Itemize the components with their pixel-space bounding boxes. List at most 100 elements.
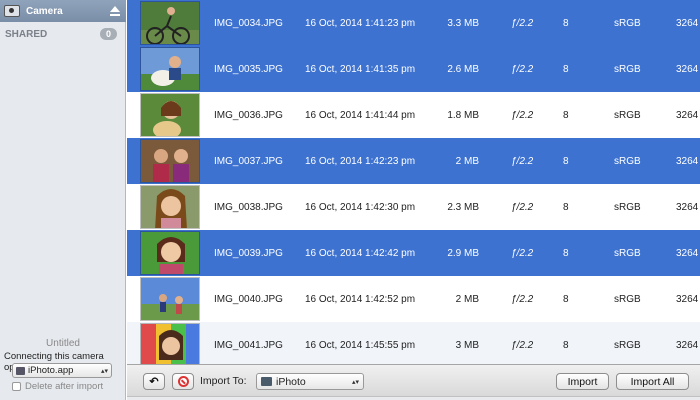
- import-button[interactable]: Import: [556, 373, 609, 390]
- photo-size: 2 MB: [455, 155, 479, 167]
- photo-width: 3264: [676, 63, 699, 75]
- photo-aperture: ƒ/2.2: [511, 201, 534, 213]
- photo-name: IMG_0037.JPG: [214, 155, 283, 167]
- photo-width: 3264: [676, 109, 699, 121]
- photo-name: IMG_0038.JPG: [214, 201, 283, 213]
- photo-aperture: ƒ/2.2: [511, 155, 534, 167]
- delete-button[interactable]: [172, 373, 194, 390]
- photo-flash: 8: [563, 201, 569, 213]
- photo-aperture: ƒ/2.2: [511, 17, 534, 29]
- eject-icon[interactable]: [110, 6, 120, 16]
- photo-flash: 8: [563, 155, 569, 167]
- photo-name: IMG_0035.JPG: [214, 63, 283, 75]
- open-app-value: iPhoto.app: [28, 365, 74, 376]
- photo-color-space: sRGB: [614, 63, 641, 75]
- delete-after-import-checkbox[interactable]: [12, 382, 21, 391]
- delete-after-import-label: Delete after import: [25, 381, 104, 392]
- photo-flash: 8: [563, 293, 569, 305]
- import-destination-value: iPhoto: [276, 375, 306, 388]
- import-all-button[interactable]: Import All: [616, 373, 689, 390]
- photo-row[interactable]: IMG_0036.JPG 16 Oct, 2014 1:41:44 pm 1.8…: [127, 92, 700, 138]
- sidebar: Camera SHARED 0 Untitled Connecting this…: [0, 0, 126, 400]
- photo-size: 2.6 MB: [447, 63, 479, 75]
- photo-thumbnail[interactable]: [140, 277, 200, 321]
- photo-aperture: ƒ/2.2: [511, 247, 534, 259]
- photo-color-space: sRGB: [614, 109, 641, 121]
- photo-row[interactable]: IMG_0037.JPG 16 Oct, 2014 1:42:23 pm 2 M…: [127, 138, 700, 184]
- photo-thumbnail[interactable]: [140, 139, 200, 183]
- photo-name: IMG_0040.JPG: [214, 293, 283, 305]
- photo-date: 16 Oct, 2014 1:42:42 pm: [305, 247, 416, 259]
- photo-flash: 8: [563, 339, 569, 351]
- photo-row[interactable]: IMG_0040.JPG 16 Oct, 2014 1:42:52 pm 2 M…: [127, 276, 700, 322]
- photo-color-space: sRGB: [614, 339, 641, 351]
- photo-color-space: sRGB: [614, 293, 641, 305]
- photo-row[interactable]: IMG_0038.JPG 16 Oct, 2014 1:42:30 pm 2.3…: [127, 184, 700, 230]
- status-strip: [127, 396, 700, 400]
- iphoto-icon: [261, 377, 272, 386]
- photo-date: 16 Oct, 2014 1:41:35 pm: [305, 63, 416, 75]
- photo-thumbnail[interactable]: [140, 93, 200, 137]
- photo-row[interactable]: IMG_0039.JPG 16 Oct, 2014 1:42:42 pm 2.9…: [127, 230, 700, 276]
- photo-color-space: sRGB: [614, 201, 641, 213]
- photo-list: IMG_0034.JPG 16 Oct, 2014 1:41:23 pm 3.3…: [127, 0, 700, 364]
- photo-width: 3264: [676, 293, 699, 305]
- photo-size: 2.9 MB: [447, 247, 479, 259]
- photo-thumbnail[interactable]: [140, 47, 200, 91]
- select-arrows-icon: ▴▾: [351, 378, 359, 386]
- photo-flash: 8: [563, 247, 569, 259]
- photo-aperture: ƒ/2.2: [511, 109, 534, 121]
- photo-date: 16 Oct, 2014 1:41:44 pm: [305, 109, 416, 121]
- photo-size: 3 MB: [455, 339, 479, 351]
- shared-label: SHARED: [5, 28, 48, 40]
- photo-thumbnail[interactable]: [140, 1, 200, 45]
- delete-after-import-row[interactable]: Delete after import: [12, 381, 103, 392]
- photo-thumbnail[interactable]: [140, 231, 200, 275]
- photo-date: 16 Oct, 2014 1:41:23 pm: [305, 17, 416, 29]
- photo-color-space: sRGB: [614, 17, 641, 29]
- photo-color-space: sRGB: [614, 247, 641, 259]
- photo-date: 16 Oct, 2014 1:42:30 pm: [305, 201, 416, 213]
- photo-flash: 8: [563, 109, 569, 121]
- photo-size: 2.3 MB: [447, 201, 479, 213]
- import-toolbar: ↶ Import To: iPhoto ▴▾ Import Import All: [127, 364, 700, 396]
- photo-width: 3264: [676, 339, 699, 351]
- shared-section-header[interactable]: SHARED 0: [5, 28, 117, 40]
- import-to-label: Import To:: [200, 375, 247, 387]
- device-item-camera[interactable]: Camera: [0, 0, 126, 22]
- photo-date: 16 Oct, 2014 1:42:52 pm: [305, 293, 416, 305]
- import-destination-select[interactable]: iPhoto ▴▾: [256, 373, 364, 390]
- rotate-button[interactable]: ↶: [143, 373, 165, 390]
- photo-width: 3264: [676, 201, 699, 213]
- photo-thumbnail[interactable]: [140, 185, 200, 229]
- photo-thumbnail[interactable]: [140, 323, 200, 364]
- photo-flash: 8: [563, 17, 569, 29]
- select-arrows-icon: ▴▾: [100, 367, 108, 375]
- photo-date: 16 Oct, 2014 1:45:55 pm: [305, 339, 416, 351]
- photo-size: 3.3 MB: [447, 17, 479, 29]
- shared-count-badge: 0: [99, 28, 117, 40]
- delete-icon: [177, 376, 189, 387]
- open-app-select[interactable]: iPhoto.app ▴▾: [12, 363, 112, 378]
- device-label: Camera: [26, 5, 63, 17]
- photo-color-space: sRGB: [614, 155, 641, 167]
- device-settings-panel: Untitled Connecting this camera opens: i…: [0, 338, 126, 400]
- photo-row[interactable]: IMG_0035.JPG 16 Oct, 2014 1:41:35 pm 2.6…: [127, 46, 700, 92]
- photo-name: IMG_0041.JPG: [214, 339, 283, 351]
- photo-aperture: ƒ/2.2: [511, 63, 534, 75]
- photo-name: IMG_0039.JPG: [214, 247, 283, 259]
- photo-row[interactable]: IMG_0041.JPG 16 Oct, 2014 1:45:55 pm 3 M…: [127, 322, 700, 364]
- photo-date: 16 Oct, 2014 1:42:23 pm: [305, 155, 416, 167]
- rotate-left-icon: ↶: [149, 376, 159, 388]
- photo-size: 2 MB: [455, 293, 479, 305]
- photo-name: IMG_0036.JPG: [214, 109, 283, 121]
- photo-width: 3264: [676, 17, 699, 29]
- photo-aperture: ƒ/2.2: [511, 339, 534, 351]
- camera-icon: [4, 5, 20, 17]
- photo-flash: 8: [563, 63, 569, 75]
- photo-aperture: ƒ/2.2: [511, 293, 534, 305]
- photo-row[interactable]: IMG_0034.JPG 16 Oct, 2014 1:41:23 pm 3.3…: [127, 0, 700, 46]
- photo-width: 3264: [676, 247, 699, 259]
- device-name: Untitled: [46, 338, 80, 349]
- photo-size: 1.8 MB: [447, 109, 479, 121]
